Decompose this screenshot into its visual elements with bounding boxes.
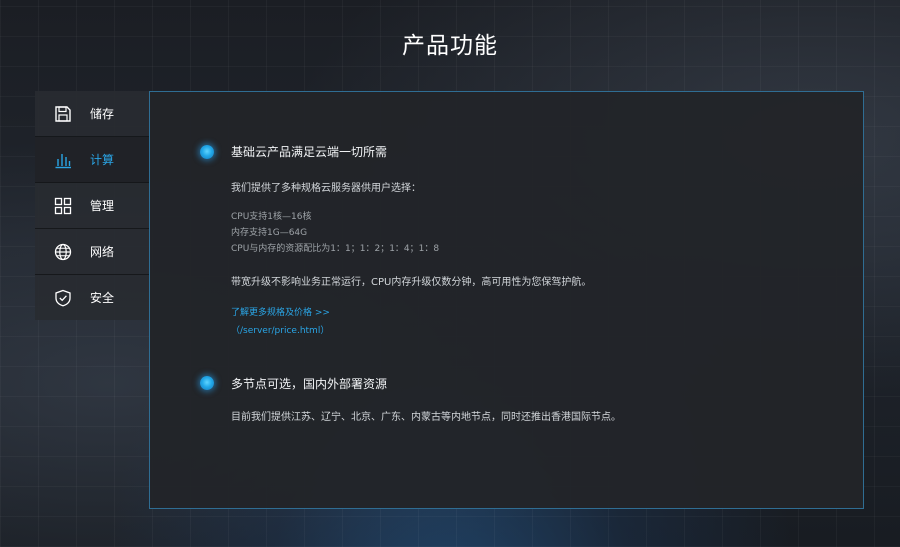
- pricing-link-path[interactable]: （/server/price.html）: [231, 323, 329, 336]
- shield-icon: [53, 288, 73, 308]
- section-text: 目前我们提供江苏、辽宁、北京、广东、内蒙古等内地节点，同时还推出香港国际节点。: [231, 412, 621, 423]
- bullet-icon: [200, 376, 214, 390]
- bar-chart-icon: [53, 150, 73, 170]
- sidebar-item-network[interactable]: 网络: [35, 229, 149, 275]
- spec-ratio: CPU与内存的资源配比为1：1；1：2；1：4；1：8: [231, 244, 440, 254]
- spec-memory: 内存支持1G—64G: [231, 228, 308, 238]
- section-title: 基础云产品满足云端一切所需: [231, 145, 388, 159]
- spec-cpu: CPU支持1核—16核: [231, 212, 312, 222]
- sidebar-item-compute[interactable]: 计算: [35, 137, 149, 183]
- sidebar-item-label: 安全: [90, 291, 115, 305]
- section-title: 多节点可选，国内外部署资源: [231, 377, 388, 391]
- content-panel: 基础云产品满足云端一切所需 我们提供了多种规格云服务器供用户选择： CPU支持1…: [149, 91, 864, 509]
- save-icon: [53, 104, 73, 124]
- sidebar-item-label: 网络: [90, 245, 115, 259]
- section-intro: 我们提供了多种规格云服务器供用户选择：: [231, 183, 421, 194]
- sidebar-item-security[interactable]: 安全: [35, 275, 149, 320]
- page-title: 产品功能: [402, 33, 498, 59]
- bullet-icon: [200, 145, 214, 159]
- sidebar-item-label: 计算: [90, 153, 115, 167]
- grid-icon: [53, 196, 73, 216]
- globe-icon: [53, 242, 73, 262]
- section-note: 带宽升级不影响业务正常运行，CPU内存升级仅数分钟，高可用性为您保驾护航。: [231, 277, 592, 288]
- sidebar-item-management[interactable]: 管理: [35, 183, 149, 229]
- sidebar-item-label: 储存: [90, 107, 115, 121]
- sidebar-item-label: 管理: [90, 199, 115, 213]
- pricing-link[interactable]: 了解更多规格及价格 >>: [231, 305, 330, 318]
- sidebar: 储存 计算 管理 网络 安全: [35, 91, 149, 320]
- sidebar-item-storage[interactable]: 储存: [35, 91, 149, 137]
